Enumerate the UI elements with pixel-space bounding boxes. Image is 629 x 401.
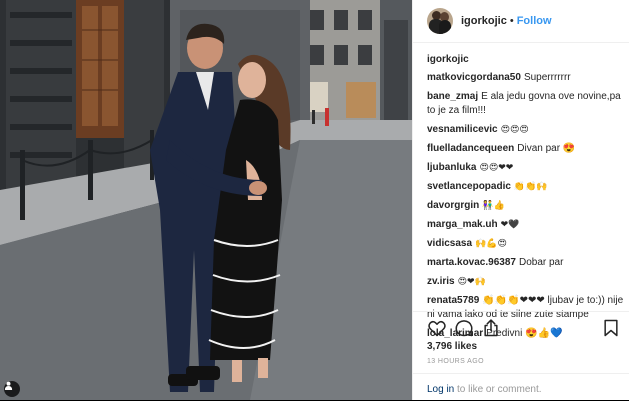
comment-item: davorgrgin 👫👍 bbox=[427, 199, 625, 213]
comment-item: svetlancepopadic 👏👏🙌 bbox=[427, 180, 625, 194]
caption-username[interactable]: igorkojic bbox=[427, 54, 625, 65]
post-side-panel: igorkojic • Follow igorkojic matkovicgor… bbox=[412, 0, 629, 400]
comment-item: vidicsasa 🙌💪😍 bbox=[427, 237, 625, 251]
post-header: igorkojic • Follow bbox=[413, 0, 629, 43]
comment-text: 😍❤🙌 bbox=[457, 277, 486, 287]
comment-text: 👏👏🙌 bbox=[513, 182, 548, 192]
instagram-post: igorkojic • Follow igorkojic matkovicgor… bbox=[0, 0, 629, 400]
action-icons bbox=[427, 318, 621, 340]
street-couple-photo bbox=[0, 0, 412, 400]
comment-item: zv.iris 😍❤🙌 bbox=[427, 275, 625, 289]
comment-item: matkovicgordana50 Superrrrrrr bbox=[427, 71, 625, 85]
comment-username[interactable]: zv.iris bbox=[427, 276, 455, 287]
comment-text: Superrrrrrr bbox=[523, 72, 571, 83]
comment-text: ❤🖤 bbox=[500, 220, 520, 230]
comment-username[interactable]: fluelladancequeen bbox=[427, 143, 514, 154]
comment-username[interactable]: vidicsasa bbox=[427, 238, 472, 249]
comment-username[interactable]: vesnamilicevic bbox=[427, 124, 498, 135]
comment-text: Divan par 😍 bbox=[517, 143, 576, 154]
comment-username[interactable]: davorgrgin bbox=[427, 200, 479, 211]
comment-username[interactable]: svetlancepopadic bbox=[427, 181, 511, 192]
person-icon bbox=[4, 381, 13, 390]
comment-username[interactable]: matkovicgordana50 bbox=[427, 72, 521, 83]
tagged-user-button[interactable] bbox=[4, 381, 20, 397]
avatar[interactable] bbox=[427, 8, 453, 34]
comment-text: 😍😍❤❤ bbox=[479, 163, 514, 173]
post-timestamp[interactable]: 13 HOURS AGO bbox=[427, 358, 484, 365]
post-photo[interactable] bbox=[0, 0, 412, 400]
comment-item: vesnamilicevic 😍😍😍 bbox=[427, 123, 625, 137]
comment-username[interactable]: marta.kovac.96387 bbox=[427, 257, 516, 268]
login-link[interactable]: Log in bbox=[427, 384, 454, 395]
comment-icon[interactable] bbox=[454, 318, 474, 338]
comment-username[interactable]: renata5789 bbox=[427, 295, 479, 306]
comment-text: 🙌💪😍 bbox=[475, 239, 507, 249]
comment-text: 👫👍 bbox=[482, 201, 505, 211]
comment-text: Dobar par bbox=[518, 257, 564, 268]
header-username[interactable]: igorkojic bbox=[461, 15, 507, 27]
login-prompt-text: to like or comment. bbox=[454, 384, 542, 395]
comment-username[interactable]: marga_mak.uh bbox=[427, 219, 498, 230]
comment-text: 😍😍😍 bbox=[500, 125, 529, 135]
comment-username[interactable]: bane_zmaj bbox=[427, 91, 478, 102]
post-actions: 3,796 likes 13 HOURS AGO Log in to like … bbox=[413, 311, 629, 400]
comment-username[interactable]: ljubanluka bbox=[427, 162, 476, 173]
comment-item: ljubanluka 😍😍❤❤ bbox=[427, 161, 625, 175]
bookmark-icon[interactable] bbox=[601, 318, 621, 338]
login-prompt: Log in to like or comment. bbox=[413, 373, 629, 401]
follow-button[interactable]: Follow bbox=[517, 15, 552, 27]
likes-count[interactable]: 3,796 likes bbox=[427, 341, 477, 352]
heart-icon[interactable] bbox=[427, 318, 447, 338]
comments-list: igorkojic matkovicgordana50 Superrrrrrr b… bbox=[427, 54, 625, 346]
comment-item: marga_mak.uh ❤🖤 bbox=[427, 218, 625, 232]
comment-item: marta.kovac.96387 Dobar par bbox=[427, 256, 625, 270]
comment-item: bane_zmaj E ala jedu govna ove novine,pa … bbox=[427, 90, 625, 118]
separator-dot: • bbox=[509, 15, 514, 27]
comment-item: fluelladancequeen Divan par 😍 bbox=[427, 142, 625, 156]
share-icon[interactable] bbox=[481, 318, 501, 338]
